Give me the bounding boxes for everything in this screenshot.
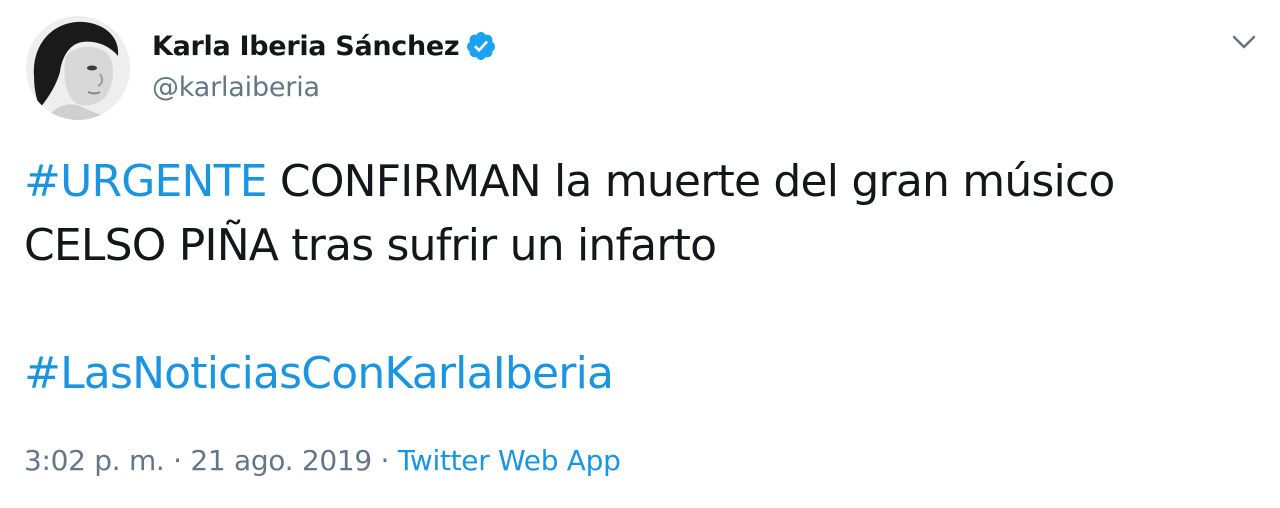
hashtag-show-link[interactable]: #LasNoticiasConKarlaIberia	[24, 348, 614, 399]
author-name-row: Karla Iberia Sánchez	[152, 28, 497, 64]
tweet-timestamp[interactable]: 3:02 p. m. · 21 ago. 2019	[24, 444, 372, 477]
tweet-line-1-text: CONFIRMAN la muerte del gran músico	[266, 156, 1115, 207]
tweet-line-1: #URGENTE CONFIRMAN la muerte del gran mú…	[24, 150, 1254, 214]
avatar[interactable]	[26, 16, 130, 120]
tweet-line-2: CELSO PIÑA tras sufrir un infarto	[24, 220, 717, 271]
display-name[interactable]: Karla Iberia Sánchez	[152, 31, 460, 62]
tweet-source-link[interactable]: Twitter Web App	[398, 444, 621, 477]
tweet-line-3: #LasNoticiasConKarlaIberia	[24, 342, 1254, 406]
tweet-text: #URGENTE CONFIRMAN la muerte del gran mú…	[24, 150, 1254, 406]
author-handle[interactable]: @karlaiberia	[152, 72, 320, 103]
tweet-card: Karla Iberia Sánchez @karlaiberia #URGEN…	[0, 0, 1280, 508]
verified-badge-icon	[465, 30, 497, 62]
hashtag-urgente-link[interactable]: #URGENTE	[24, 156, 268, 207]
chevron-down-icon[interactable]	[1226, 24, 1262, 60]
meta-separator: ·	[371, 444, 398, 477]
tweet-meta: 3:02 p. m. · 21 ago. 2019 · Twitter Web …	[24, 444, 621, 477]
